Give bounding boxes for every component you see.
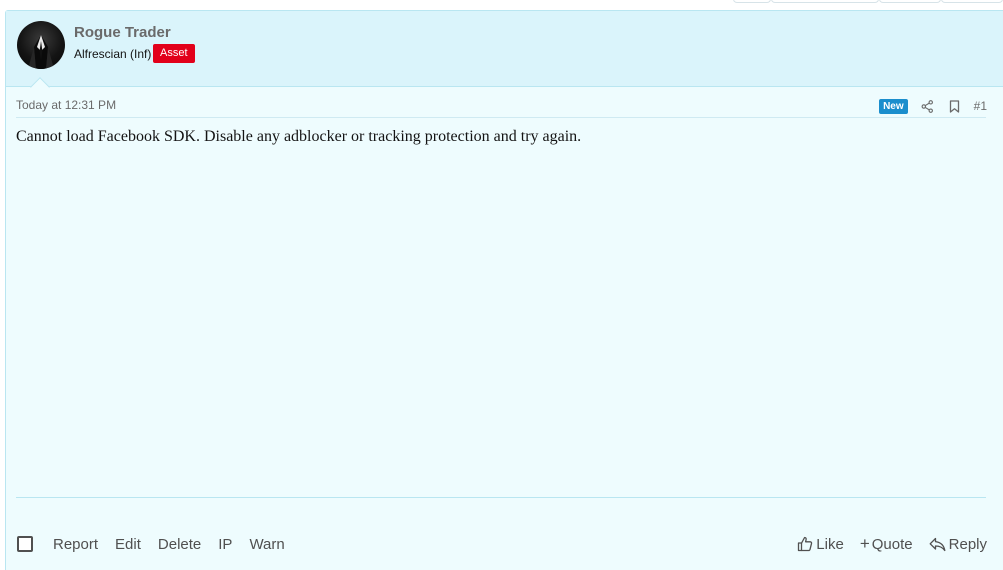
user-title: Alfrescian (Inf) [74, 47, 152, 61]
top-tabs-edge [0, 0, 1003, 4]
new-badge: New [879, 98, 908, 114]
post-number-link[interactable]: #1 [974, 99, 987, 113]
quote-button[interactable]: + Quote [860, 534, 913, 554]
edit-button[interactable]: Edit [115, 536, 141, 553]
footer-divider [16, 497, 986, 498]
asset-banner: Asset [153, 44, 195, 63]
post-container: Rogue Trader Alfrescian (Inf) Asset Toda… [5, 10, 1003, 570]
bookmark-icon[interactable] [947, 98, 963, 114]
reply-label: Reply [948, 535, 987, 553]
warn-button[interactable]: Warn [249, 536, 284, 553]
delete-button[interactable]: Delete [158, 536, 201, 553]
thumbs-up-icon [798, 536, 813, 552]
username-link[interactable]: Rogue Trader [74, 24, 171, 41]
post-actions-left: Report Edit Delete IP Warn [17, 534, 302, 554]
post-message: Cannot load Facebook SDK. Disable any ad… [16, 128, 582, 145]
post-attribution-bar: New #1 [879, 97, 987, 115]
post-user-header: Rogue Trader Alfrescian (Inf) Asset [6, 11, 1003, 97]
reply-arrow-icon [929, 537, 946, 551]
reply-button[interactable]: Reply [929, 536, 987, 553]
plus-icon: + [859, 534, 870, 553]
select-post-checkbox[interactable] [17, 536, 33, 552]
like-label: Like [816, 535, 844, 553]
header-pointer [30, 77, 50, 97]
ip-button[interactable]: IP [218, 536, 232, 553]
report-button[interactable]: Report [53, 536, 98, 553]
avatar-suit-figure [28, 35, 54, 69]
avatar[interactable] [17, 21, 65, 69]
header-divider [16, 117, 986, 118]
post-actions-right: Like + Quote Reply [781, 534, 987, 554]
quote-label: Quote [871, 535, 913, 553]
like-button[interactable]: Like [797, 536, 844, 553]
share-icon[interactable] [920, 98, 936, 114]
post-timestamp[interactable]: Today at 12:31 PM [16, 98, 116, 112]
